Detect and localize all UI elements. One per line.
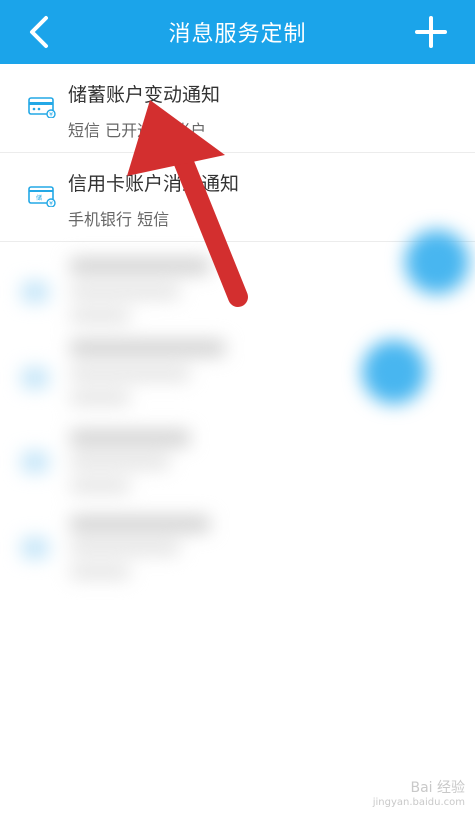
watermark-url: jingyan.baidu.com: [372, 797, 465, 808]
arrow-annotation: [127, 100, 248, 307]
watermark-text: Bai 经验: [410, 780, 465, 796]
watermark: Bai 经验 jingyan.baidu.com: [373, 777, 465, 808]
